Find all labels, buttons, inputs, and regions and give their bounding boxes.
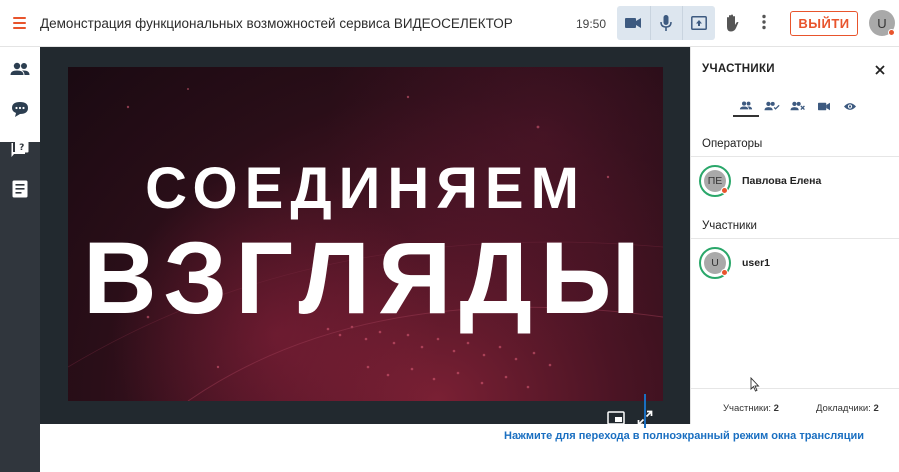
sidebar-item-notes[interactable]: [0, 169, 40, 209]
clock: 19:50: [576, 17, 607, 31]
avatar: ПЕ: [699, 165, 731, 197]
questions-icon: ?: [11, 140, 29, 157]
tab-camera[interactable]: [811, 95, 837, 117]
annotation-pointer: [644, 394, 646, 428]
menu-icon[interactable]: [13, 17, 26, 29]
chat-icon: [12, 101, 28, 117]
participants-count-value: 2: [773, 403, 779, 414]
mouse-cursor-icon: [750, 376, 760, 397]
microphone-icon: [660, 15, 673, 31]
status-dot: [888, 29, 895, 36]
screen-share-button[interactable]: [682, 6, 715, 40]
participants-panel: УЧАСТНИКИ Операторы ПЕ Павлова Елена Уча…: [690, 47, 899, 424]
divider: [691, 388, 899, 389]
participant-name: Павлова Елена: [742, 175, 822, 187]
close-panel-button[interactable]: [875, 62, 885, 79]
tab-all-participants[interactable]: [733, 95, 759, 117]
raise-hand-button[interactable]: [724, 14, 740, 37]
removed-icon: [790, 101, 805, 111]
camera-button[interactable]: [617, 6, 650, 40]
viewers-icon: [844, 102, 856, 110]
panel-tabs: [733, 95, 863, 117]
hand-icon: [727, 14, 739, 32]
exit-button[interactable]: ВЫЙТИ: [790, 11, 858, 36]
screen-share-icon: [691, 16, 708, 30]
divider: [691, 156, 899, 157]
media-controls: [617, 6, 715, 40]
close-icon: [875, 65, 885, 75]
approved-icon: [764, 101, 780, 111]
picture-in-picture-button[interactable]: [605, 409, 627, 427]
all-participants-icon: [739, 101, 753, 109]
left-sidebar: ?: [0, 47, 40, 472]
speakers-count-label: Докладчики:: [816, 403, 871, 414]
page-title: Демонстрация функциональных возможностей…: [40, 16, 513, 31]
microphone-button[interactable]: [649, 6, 683, 40]
video-stage: СОЕДИНЯЕМ ВЗГЛЯДЫ: [40, 47, 690, 427]
top-bar: Демонстрация функциональных возможностей…: [0, 0, 899, 47]
video-headline-1: СОЕДИНЯЕМ: [145, 156, 586, 221]
divider: [691, 238, 899, 239]
user-initial: U: [877, 15, 887, 31]
list-item[interactable]: U user1: [699, 247, 889, 283]
participants-icon: [10, 62, 30, 75]
avatar: U: [699, 247, 731, 279]
sidebar-item-questions[interactable]: ?: [0, 129, 40, 169]
speakers-count-value: 2: [873, 403, 879, 414]
annotation-caption: Нажмите для перехода в полноэкранный реж…: [504, 430, 864, 442]
camera-icon: [818, 102, 830, 110]
notes-icon: [12, 180, 28, 198]
status-dot: [721, 187, 728, 194]
participants-count: Участники: 2: [723, 403, 779, 414]
status-dot: [721, 269, 728, 276]
panel-title: УЧАСТНИКИ: [702, 63, 775, 75]
video-headline-2: ВЗГЛЯДЫ: [83, 221, 648, 335]
camera-icon: [625, 18, 642, 28]
tab-viewers[interactable]: [837, 95, 863, 117]
tab-removed[interactable]: [785, 95, 811, 117]
more-options-button[interactable]: [761, 14, 767, 35]
video-stream[interactable]: СОЕДИНЯЕМ ВЗГЛЯДЫ: [68, 67, 663, 401]
svg-text:?: ?: [19, 143, 24, 153]
operators-heading: Операторы: [702, 138, 763, 150]
participants-count-label: Участники:: [723, 403, 772, 414]
list-item[interactable]: ПЕ Павлова Елена: [699, 165, 889, 201]
more-vertical-icon: [762, 14, 766, 30]
speakers-count: Докладчики: 2: [816, 403, 879, 414]
tab-approved[interactable]: [759, 95, 785, 117]
participants-heading: Участники: [702, 220, 757, 232]
sidebar-item-chat[interactable]: [0, 89, 40, 129]
user-avatar[interactable]: U: [869, 10, 895, 36]
picture-in-picture-icon: [607, 411, 625, 425]
participant-name: user1: [742, 257, 771, 269]
sidebar-item-participants[interactable]: [0, 49, 40, 89]
